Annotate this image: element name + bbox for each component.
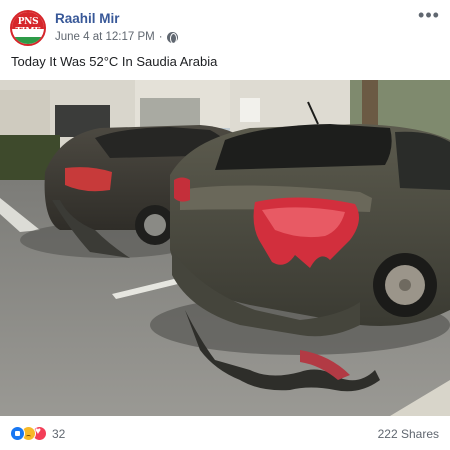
- melted-cars-photo: [0, 80, 450, 416]
- shares-count-link[interactable]: 222 Shares: [378, 427, 439, 441]
- meta-separator: ·: [158, 31, 163, 43]
- timestamp-link[interactable]: June 4 at 12:17 PM: [55, 31, 155, 43]
- avatar[interactable]: PNS TIME: [10, 10, 46, 46]
- reactions-summary[interactable]: 32: [10, 426, 65, 441]
- reaction-count[interactable]: 32: [52, 427, 65, 441]
- avatar-logo-text-bottom: TIME: [15, 26, 41, 36]
- post-meta: June 4 at 12:17 PM ·: [55, 31, 178, 44]
- post-footer: 32 222 Shares: [0, 416, 450, 450]
- more-options-button[interactable]: •••: [418, 6, 440, 26]
- post-header: PNS TIME Raahil Mir June 4 at 12:17 PM ·…: [0, 0, 450, 52]
- like-icon: [10, 426, 25, 441]
- avatar-green-band: [12, 36, 44, 44]
- post-caption: Today It Was 52°C In Saudia Arabia: [11, 54, 218, 69]
- globe-icon[interactable]: [166, 31, 178, 44]
- author-name-link[interactable]: Raahil Mir: [55, 11, 120, 26]
- post-photo[interactable]: [0, 80, 450, 416]
